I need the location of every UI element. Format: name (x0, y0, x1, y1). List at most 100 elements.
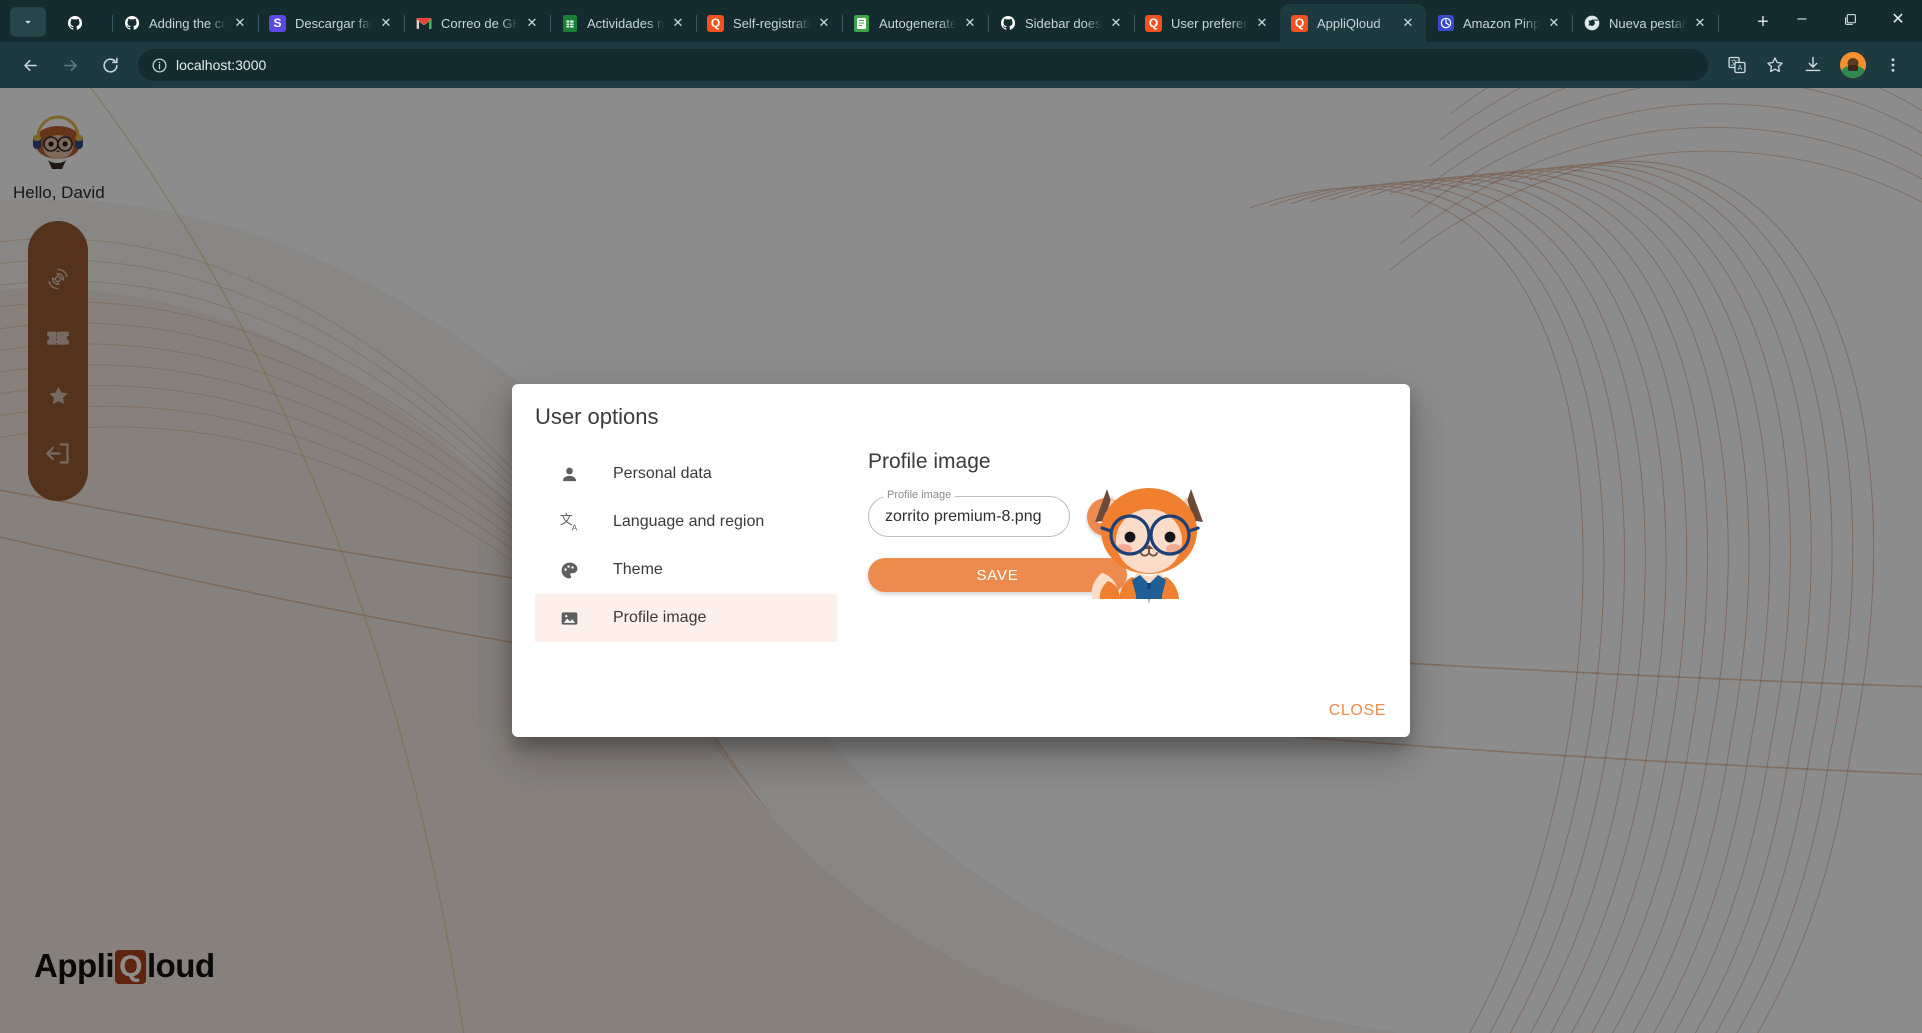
palette-icon (557, 558, 581, 582)
tab-close-icon[interactable]: ✕ (1106, 13, 1126, 33)
github-icon (999, 15, 1016, 32)
browser-tab[interactable]: Q User preferenc✕ (1134, 4, 1280, 42)
tab-title: Correo de GHI (441, 15, 518, 31)
browser-tab[interactable]: Sidebar doesn ✕ (988, 4, 1135, 42)
omnibox-actions: 文 A (1718, 49, 1912, 81)
gmail-icon (415, 15, 432, 32)
star-outline-icon (1767, 57, 1783, 73)
dialog-option-language-and-region[interactable]: 文 A Language and region (535, 498, 837, 546)
book-icon (853, 14, 870, 32)
tab-title: Sidebar doesn (1025, 15, 1102, 31)
tab-title: Actividades mi (587, 15, 664, 31)
tab-close-icon[interactable]: ✕ (1252, 13, 1272, 33)
omnibox[interactable]: localhost:3000 (138, 49, 1708, 81)
back-arrow-icon (23, 59, 37, 71)
close-dialog-button[interactable]: CLOSE (1329, 702, 1386, 720)
tab-close-icon[interactable]: ✕ (960, 13, 980, 33)
dialog-option-list: Personal data 文 A Language and region Th… (535, 450, 837, 642)
maximize-icon (1844, 13, 1856, 25)
forward-button[interactable] (53, 48, 87, 82)
browser-tab[interactable]: Correo de GHI ✕ (404, 4, 551, 42)
chrome-menu-button[interactable] (1877, 49, 1909, 81)
Q: Q (1291, 14, 1308, 32)
tab-close-icon[interactable]: ✕ (522, 13, 542, 33)
tab-close-icon[interactable]: ✕ (1544, 13, 1564, 33)
reload-icon (102, 57, 118, 73)
translate-icon: 文 A (557, 510, 581, 534)
browser-tab[interactable]: Autogenerated ✕ (842, 4, 989, 42)
profile-image-preview (1074, 469, 1224, 619)
chrome-icon (1583, 15, 1600, 32)
three-dot-menu-icon (1891, 58, 1895, 72)
profile-image-input-label: Profile image (883, 489, 956, 501)
Q: Q (707, 14, 724, 32)
tab-title: AppliQloud (1317, 15, 1381, 31)
tab-close-icon[interactable]: ✕ (376, 13, 396, 33)
profile-image-input-value: zorrito premium-8.png (885, 507, 1042, 525)
browser-tab[interactable]: Nueva pestaña✕ (1572, 4, 1719, 42)
back-button[interactable] (13, 48, 47, 82)
page-info-icon[interactable] (146, 52, 172, 78)
tab-list: Adding the co ✕ S Descargar fact ✕ Correo de … (52, 0, 1740, 42)
reload-button[interactable] (93, 48, 127, 82)
sheets-icon (561, 14, 578, 32)
tab-title: Adding the co (149, 15, 226, 31)
profile-avatar[interactable] (1840, 52, 1866, 78)
tab-close-icon[interactable]: ✕ (814, 13, 834, 33)
bookmark-button[interactable] (1759, 49, 1791, 81)
tab-title: Nueva pestaña (1609, 15, 1686, 31)
profile-image-input[interactable]: Profile image zorrito premium-8.png (868, 489, 1070, 537)
tab-title: Descargar fact (295, 15, 372, 31)
info-circle-icon (151, 57, 167, 73)
tab-title: User preferenc (1171, 15, 1248, 31)
translate-icon: 文 A (1728, 56, 1746, 74)
download-icon (1805, 56, 1821, 72)
profile-avatar-icon (1840, 52, 1866, 78)
dialog-option-profile-image[interactable]: Profile image (535, 594, 837, 642)
browser-tab[interactable]: Q Self-registratio ✕ (696, 4, 843, 42)
github-icon (123, 15, 140, 32)
dialog-title: User options (535, 404, 659, 429)
tab-strip: Adding the co ✕ S Descargar fact ✕ Correo de … (0, 0, 1922, 42)
tab-separator (1718, 15, 1719, 32)
dialog-option-label: Theme (613, 561, 663, 578)
dialog-option-personal-data[interactable]: Personal data (535, 450, 837, 498)
tab-close-icon[interactable]: ✕ (230, 13, 250, 33)
S: S (269, 14, 286, 32)
browser-tab[interactable]: Amazon Pinpo ✕ (1426, 4, 1573, 42)
tab-title: Autogenerated (879, 15, 956, 31)
minimize-button[interactable]: – (1778, 0, 1826, 38)
svg-text:A: A (1738, 64, 1743, 72)
new-tab-button[interactable]: + (1748, 7, 1778, 37)
chevron-down-icon (25, 20, 31, 24)
tab-close-icon[interactable]: ✕ (1398, 13, 1418, 33)
dialog-option-label: Personal data (613, 465, 712, 482)
browser-tab[interactable]: Adding the co ✕ (112, 4, 259, 42)
browser-window: Adding the co ✕ S Descargar fact ✕ Correo de … (0, 0, 1922, 1033)
dialog-option-theme[interactable]: Theme (535, 546, 837, 594)
fox-glasses-preview (1091, 488, 1203, 604)
Q: Q (1145, 14, 1162, 32)
tab-close-icon[interactable]: ✕ (668, 13, 688, 33)
translate-button[interactable]: 文 A (1721, 49, 1753, 81)
browser-tab[interactable]: S Descargar fact ✕ (258, 4, 405, 42)
window-controls: – ✕ (1778, 0, 1922, 42)
address-bar: localhost:3000 文 A (0, 42, 1922, 88)
browser-tab[interactable]: Actividades mi ✕ (550, 4, 697, 42)
dialog-option-label: Profile image (613, 609, 707, 626)
downloads-button[interactable] (1797, 49, 1829, 81)
user-options-dialog: User options Personal data 文 A Language … (512, 384, 1410, 737)
tab-close-icon[interactable]: ✕ (1690, 13, 1710, 33)
forward-arrow-icon (63, 59, 77, 71)
page-viewport: Hello, David Appli Q loud User options P… (0, 88, 1922, 1033)
image-icon (557, 606, 581, 630)
dialog-option-label: Language and region (613, 513, 765, 530)
browser-tab[interactable] (52, 4, 113, 42)
person-icon (557, 462, 581, 486)
maximize-button[interactable] (1826, 0, 1874, 38)
browser-tab[interactable]: Q AppliQloud ✕ (1280, 4, 1426, 42)
tab-search-button[interactable] (10, 7, 46, 37)
url-text: localhost:3000 (176, 57, 267, 73)
close-window-button[interactable]: ✕ (1874, 0, 1922, 38)
aws-icon (1437, 15, 1454, 32)
